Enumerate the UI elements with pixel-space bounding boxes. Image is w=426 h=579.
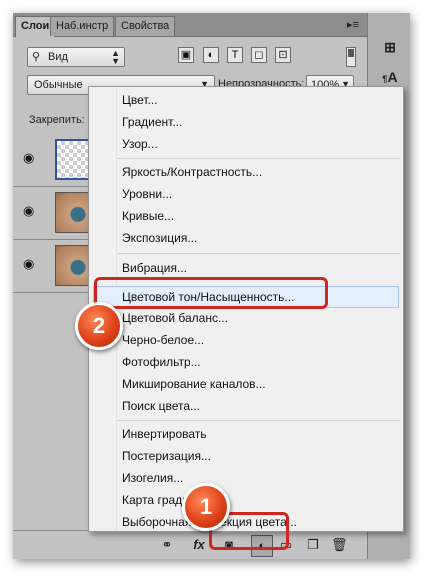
menu-separator [118,420,400,421]
menu-item-gradient[interactable]: Градиент... [122,112,182,132]
adjustment-filter-icon[interactable]: ◐ [203,47,219,63]
filter-toggle[interactable] [346,47,356,67]
shape-filter-icon[interactable]: ◻ [251,47,267,63]
fx-icon[interactable]: fx [189,537,209,553]
layer-row-photo[interactable]: ◉ [13,187,97,240]
menu-separator [118,158,400,159]
character-icon-letter: A [387,69,398,85]
tab-properties[interactable]: Свойства [115,16,176,36]
trash-icon[interactable]: 🗑 [331,537,348,553]
character-icon[interactable]: ¶A [379,67,401,87]
updown-icon: ▲ ▼ [111,48,120,66]
menu-item-vibrance[interactable]: Вибрация... [122,258,187,278]
layer-row-transparent[interactable]: ◉ [13,134,97,187]
eye-icon[interactable]: ◉ [23,151,39,164]
brush-settings-icon[interactable]: ⊞ [379,37,401,57]
link-icon[interactable]: ⚭ [159,537,175,553]
tab-tool-presets[interactable]: Наб.инстр [50,16,115,36]
adjustment-layer-menu: Цвет... Градиент... Узор... Яркость/Конт… [88,86,404,532]
menu-item-color-balance[interactable]: Цветовой баланс... [122,308,228,328]
menu-item-curves[interactable]: Кривые... [122,206,174,226]
text-filter-icon[interactable]: T [227,47,243,63]
panel-menu-icon[interactable]: ▸≡ [347,18,359,31]
menu-item-photo-filter[interactable]: Фотофильтр... [122,352,201,372]
callout-badge-2: 2 [75,302,123,350]
eye-icon[interactable]: ◉ [23,257,39,270]
menu-item-color[interactable]: Цвет... [122,90,158,110]
blend-mode-value: Обычные [34,79,83,91]
callout-badge-1: 1 [182,483,230,531]
filter-select-value: Вид [48,51,68,63]
menu-item-invert[interactable]: Инвертировать [122,424,207,444]
menu-separator [118,253,400,254]
callout-highlight-hue-saturation [94,277,328,309]
smart-object-filter-icon[interactable]: ⊡ [275,47,291,63]
menu-item-channel-mixer[interactable]: Микширование каналов... [122,374,266,394]
menu-item-posterize[interactable]: Постеризация... [122,446,211,466]
menu-item-color-lookup[interactable]: Поиск цвета... [122,396,200,416]
new-layer-icon[interactable]: ❐ [305,537,321,553]
search-icon: ⚲ [32,51,41,63]
filter-type-select[interactable]: ⚲ Вид ▲ ▼ [27,47,125,67]
menu-item-pattern[interactable]: Узор... [122,134,158,154]
menu-item-brightness-contrast[interactable]: Яркость/Контрастность... [122,162,262,182]
panel-tab-bar: Слои Наб.инстр Свойства ▸≡ [13,13,367,37]
menu-item-levels[interactable]: Уровни... [122,184,172,204]
menu-item-black-white[interactable]: Черно-белое... [122,330,204,350]
menu-item-exposure[interactable]: Экспозиция... [122,228,197,248]
image-filter-icon[interactable]: ▣ [178,47,194,63]
layers-bottom-toolbar: ⚭ fx ◙ ◐ ▭ ❐ 🗑 [13,530,367,559]
lock-label: Закрепить: [29,114,85,126]
filter-row: ⚲ Вид ▲ ▼ ▣ ◐ T ◻ ⊡ [13,44,367,70]
layer-row-photo-base[interactable]: ◉ [13,240,97,293]
eye-icon[interactable]: ◉ [23,204,39,217]
menu-item-threshold[interactable]: Изогелия... [122,468,183,488]
